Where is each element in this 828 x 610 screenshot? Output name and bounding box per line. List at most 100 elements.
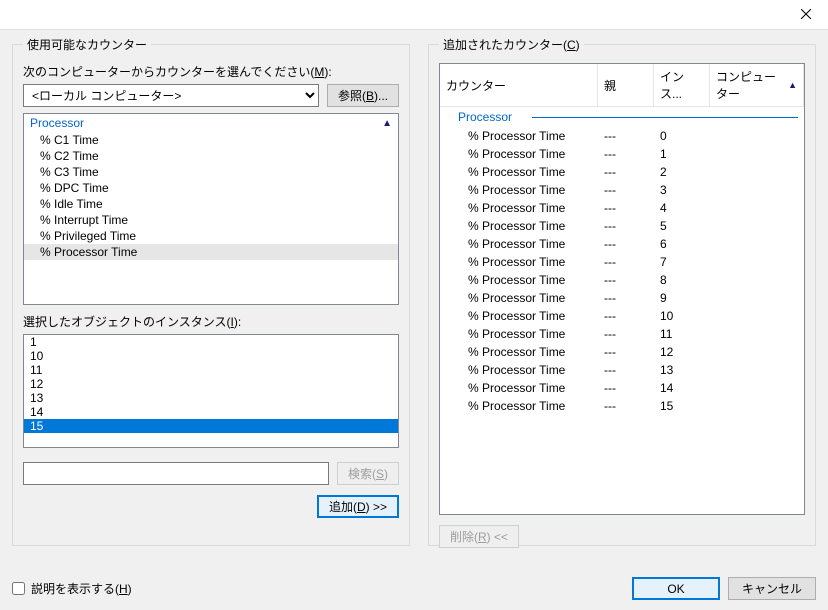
table-cell: % Processor Time bbox=[440, 380, 598, 396]
counters-listbox[interactable]: Processor ▲ % C1 Time% C2 Time% C3 Time%… bbox=[23, 113, 399, 305]
show-description-checkbox[interactable]: 説明を表示する(H) bbox=[12, 580, 132, 597]
table-cell: --- bbox=[598, 272, 654, 288]
table-cell: % Processor Time bbox=[440, 254, 598, 270]
instance-item[interactable]: 15 bbox=[24, 419, 398, 433]
browse-button[interactable]: 参照(B)... bbox=[327, 84, 399, 107]
table-cell bbox=[710, 326, 804, 342]
show-description-input[interactable] bbox=[12, 582, 25, 595]
table-row[interactable]: % Processor Time---6 bbox=[440, 235, 804, 253]
table-row[interactable]: % Processor Time---11 bbox=[440, 325, 804, 343]
col-header-instance[interactable]: インス... bbox=[654, 64, 710, 107]
table-cell: % Processor Time bbox=[440, 272, 598, 288]
table-cell bbox=[710, 254, 804, 270]
table-cell: % Processor Time bbox=[440, 200, 598, 216]
table-row[interactable]: % Processor Time---10 bbox=[440, 307, 804, 325]
table-cell bbox=[710, 290, 804, 306]
table-cell: 11 bbox=[654, 326, 710, 342]
counter-item[interactable]: % C3 Time bbox=[24, 164, 398, 180]
table-cell: % Processor Time bbox=[440, 344, 598, 360]
counter-item[interactable]: % Idle Time bbox=[24, 196, 398, 212]
table-cell: % Processor Time bbox=[440, 218, 598, 234]
table-cell: 9 bbox=[654, 290, 710, 306]
counter-category-name: Processor bbox=[30, 116, 84, 130]
instance-item[interactable]: 12 bbox=[24, 377, 398, 391]
table-row[interactable]: % Processor Time---8 bbox=[440, 271, 804, 289]
table-cell bbox=[710, 182, 804, 198]
table-cell: 14 bbox=[654, 380, 710, 396]
added-group-header[interactable]: Processor bbox=[440, 107, 804, 127]
table-row[interactable]: % Processor Time---0 bbox=[440, 127, 804, 145]
table-cell: 2 bbox=[654, 164, 710, 180]
table-cell: --- bbox=[598, 398, 654, 414]
counter-item[interactable]: % C1 Time bbox=[24, 132, 398, 148]
titlebar bbox=[0, 0, 828, 30]
counter-item[interactable]: % Privileged Time bbox=[24, 228, 398, 244]
table-cell: --- bbox=[598, 218, 654, 234]
table-cell: --- bbox=[598, 380, 654, 396]
added-counters-table[interactable]: カウンター 親 インス... コンピューター▲ Processor % Proc… bbox=[439, 63, 805, 515]
instance-item[interactable]: 13 bbox=[24, 391, 398, 405]
table-row[interactable]: % Processor Time---2 bbox=[440, 163, 804, 181]
table-cell: --- bbox=[598, 362, 654, 378]
table-cell: 7 bbox=[654, 254, 710, 270]
table-cell bbox=[710, 308, 804, 324]
computer-combo[interactable]: <ローカル コンピューター> bbox=[23, 84, 319, 107]
table-row[interactable]: % Processor Time---3 bbox=[440, 181, 804, 199]
table-row[interactable]: % Processor Time---1 bbox=[440, 145, 804, 163]
table-row[interactable]: % Processor Time---4 bbox=[440, 199, 804, 217]
table-row[interactable]: % Processor Time---12 bbox=[440, 343, 804, 361]
table-cell: 1 bbox=[654, 146, 710, 162]
added-counters-legend: 追加されたカウンター(C) bbox=[439, 36, 584, 53]
counter-item[interactable]: % DPC Time bbox=[24, 180, 398, 196]
table-cell: % Processor Time bbox=[440, 326, 598, 342]
instances-listbox[interactable]: 1101112131415 bbox=[23, 334, 399, 448]
counter-item[interactable]: % Interrupt Time bbox=[24, 212, 398, 228]
table-cell: 12 bbox=[654, 344, 710, 360]
instance-item[interactable]: 1 bbox=[24, 335, 398, 349]
table-cell bbox=[710, 146, 804, 162]
table-row[interactable]: % Processor Time---13 bbox=[440, 361, 804, 379]
table-cell bbox=[710, 200, 804, 216]
instance-item[interactable]: 10 bbox=[24, 349, 398, 363]
close-icon bbox=[801, 9, 811, 19]
col-header-parent[interactable]: 親 bbox=[598, 64, 654, 107]
table-cell: --- bbox=[598, 344, 654, 360]
table-cell: 13 bbox=[654, 362, 710, 378]
table-cell bbox=[710, 398, 804, 414]
table-cell: --- bbox=[598, 254, 654, 270]
table-cell: % Processor Time bbox=[440, 290, 598, 306]
table-cell bbox=[710, 164, 804, 180]
table-cell: 10 bbox=[654, 308, 710, 324]
table-cell: 15 bbox=[654, 398, 710, 414]
table-cell: % Processor Time bbox=[440, 182, 598, 198]
col-header-counter[interactable]: カウンター bbox=[440, 64, 598, 107]
remove-button[interactable]: 削除(R) << bbox=[439, 525, 519, 548]
table-row[interactable]: % Processor Time---15 bbox=[440, 397, 804, 415]
show-description-label: 説明を表示する(H) bbox=[31, 580, 132, 597]
table-row[interactable]: % Processor Time---9 bbox=[440, 289, 804, 307]
table-cell bbox=[710, 218, 804, 234]
table-row[interactable]: % Processor Time---14 bbox=[440, 379, 804, 397]
counter-category-header[interactable]: Processor ▲ bbox=[24, 114, 398, 132]
table-cell: 6 bbox=[654, 236, 710, 252]
instances-label: 選択したオブジェクトのインスタンス(I): bbox=[23, 313, 399, 330]
add-button[interactable]: 追加(D) >> bbox=[317, 495, 399, 518]
ok-button[interactable]: OK bbox=[632, 577, 720, 600]
instance-item[interactable]: 14 bbox=[24, 405, 398, 419]
col-header-computer[interactable]: コンピューター▲ bbox=[710, 64, 804, 107]
select-computer-label: 次のコンピューターからカウンターを選んでください(M): bbox=[23, 63, 399, 80]
table-cell: --- bbox=[598, 290, 654, 306]
table-cell: 3 bbox=[654, 182, 710, 198]
cancel-button[interactable]: キャンセル bbox=[728, 577, 816, 600]
counter-item[interactable]: % Processor Time bbox=[24, 244, 398, 260]
table-cell: % Processor Time bbox=[440, 128, 598, 144]
counter-item[interactable]: % C2 Time bbox=[24, 148, 398, 164]
table-cell bbox=[710, 272, 804, 288]
search-button[interactable]: 検索(S) bbox=[337, 462, 399, 485]
table-row[interactable]: % Processor Time---7 bbox=[440, 253, 804, 271]
table-cell: % Processor Time bbox=[440, 362, 598, 378]
instance-item[interactable]: 11 bbox=[24, 363, 398, 377]
table-row[interactable]: % Processor Time---5 bbox=[440, 217, 804, 235]
window-close-button[interactable] bbox=[783, 0, 828, 28]
search-input[interactable] bbox=[23, 462, 329, 485]
